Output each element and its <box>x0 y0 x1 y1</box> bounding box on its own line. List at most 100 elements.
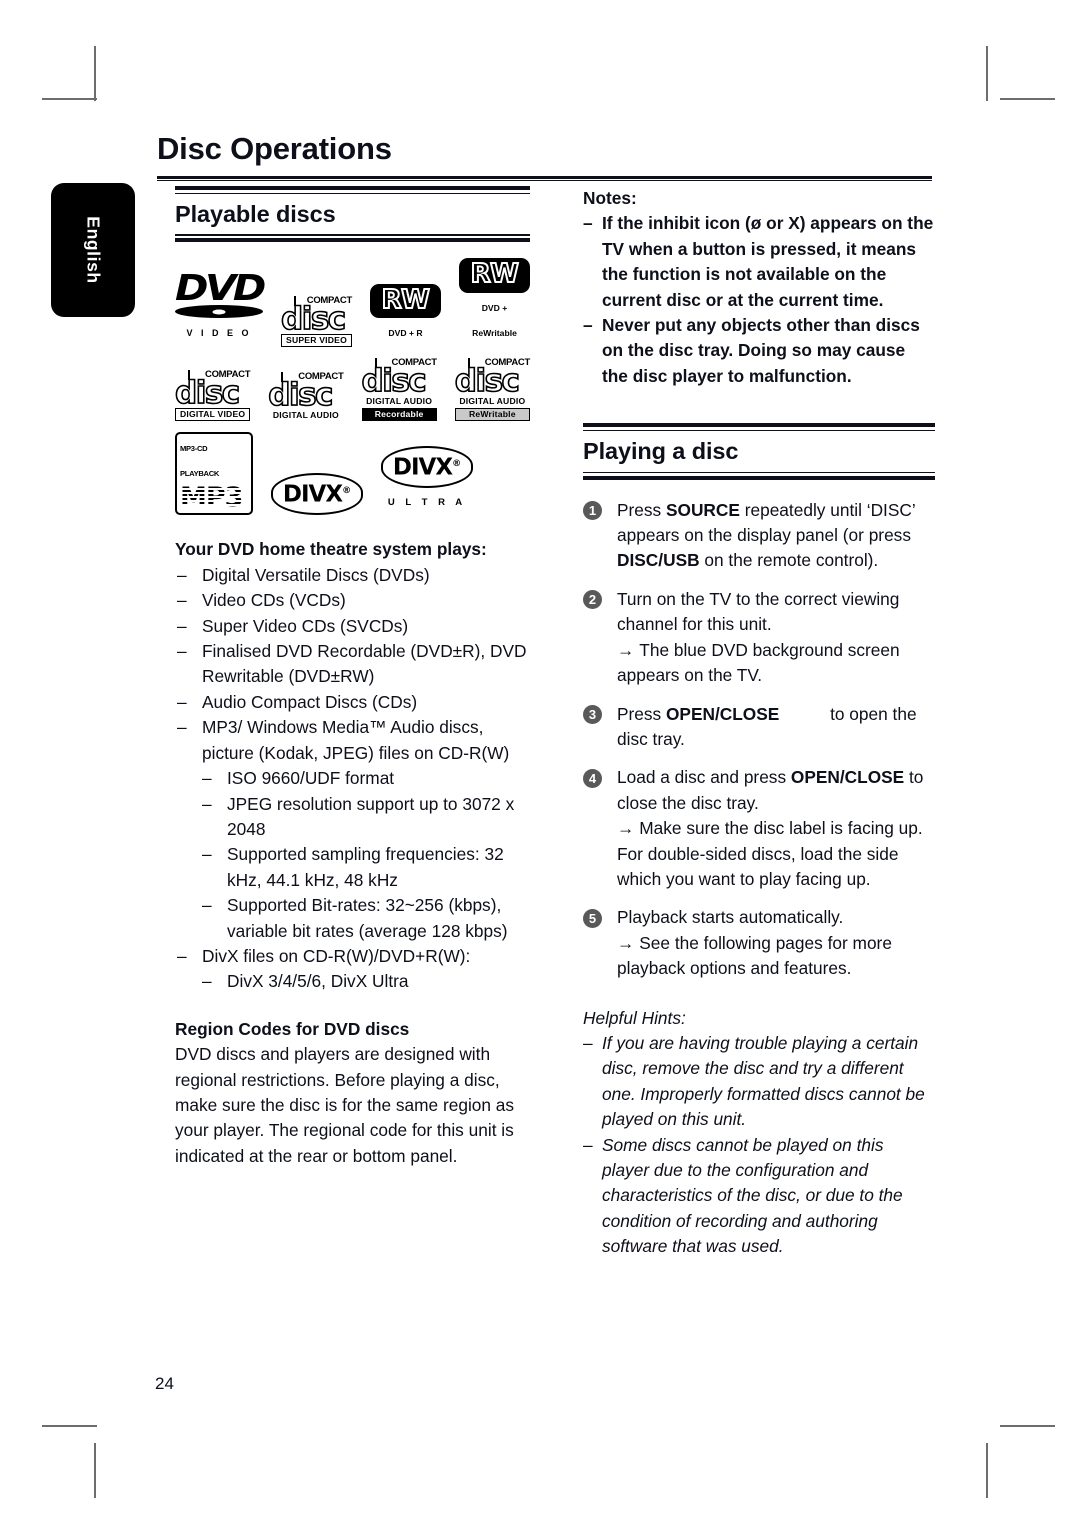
note-item: If the inhibit icon (ø or X) appears on … <box>583 211 935 313</box>
plays-heading: Your DVD home theatre system plays: <box>175 539 487 560</box>
step-result-line: → The blue DVD background screen appears … <box>617 638 935 689</box>
disc-tagline: DIGITAL AUDIO <box>459 395 526 406</box>
divx-ultra-label: U L T R A <box>387 497 467 509</box>
list-item: Supported Bit-rates: 32~256 (kbps), vari… <box>200 893 530 944</box>
notes-list: If the inhibit icon (ø or X) appears on … <box>583 211 935 389</box>
list-item-group: DivX 3/4/5/6, DivX Ultra <box>175 969 530 995</box>
note-item: Never put any objects other than discs o… <box>583 313 935 389</box>
crop-mark-bottom-right-horizontal <box>1000 1425 1055 1427</box>
crop-mark-bottom-left-vertical <box>94 1443 96 1498</box>
logo-row-2: COMPACT disc DIGITAL VIDEO COMPACT disc … <box>174 357 530 421</box>
rule-thick-top <box>583 423 935 428</box>
playing-steps-list: 1 Press SOURCE repeatedly until ‘DISC’ ap… <box>583 498 935 982</box>
disc-tagline-secondary: Recordable <box>361 407 437 421</box>
rw-caption: DVD + R <box>388 328 423 339</box>
arrow-icon: → <box>617 932 635 953</box>
step-number-badge: 2 <box>583 590 602 610</box>
nested-list: DivX 3/4/5/6, DivX Ultra <box>175 969 530 995</box>
step-result-text: The blue DVD background screen appears o… <box>617 639 900 686</box>
cd-recordable-logo: COMPACT disc DIGITAL AUDIO Recordable <box>361 357 437 421</box>
list-item: DivX files on CD-R(W)/DVD+R(W): <box>175 944 530 970</box>
page-number: 24 <box>155 1374 174 1393</box>
rule-thin-bottom <box>583 471 935 474</box>
crop-mark-top-left-horizontal <box>42 98 97 100</box>
step-keyword: OPEN/CLOSE <box>790 767 905 788</box>
step-result-line: → Make sure the disc label is facing up. … <box>617 816 935 892</box>
step-text: Turn on the TV to the correct viewing ch… <box>617 588 900 635</box>
step-keyword: DISC/USB <box>617 550 700 571</box>
disc-tagline: DIGITAL VIDEO <box>175 407 251 421</box>
playable-discs-section-header: Playable discs <box>175 186 530 243</box>
helpful-hints-list: If you are having trouble playing a cert… <box>583 1031 935 1260</box>
list-item: Super Video CDs (SVCDs) <box>175 614 530 640</box>
rw-box: RW <box>459 258 530 293</box>
step-number-badge: 5 <box>583 908 602 928</box>
region-codes-heading: Region Codes for DVD discs <box>175 1018 410 1039</box>
disc-tagline-secondary: ReWritable <box>454 407 530 421</box>
super-video-cd-logo: COMPACT disc SUPER VIDEO <box>280 295 352 347</box>
divx-oval: DIVX® <box>271 473 363 516</box>
language-tab: English <box>51 183 135 317</box>
title-rule-thick <box>157 176 932 179</box>
supported-formats-list: Digital Versatile Discs (DVDs)Video CDs … <box>175 563 530 995</box>
step-item: 5 Playback starts automatically. → See the … <box>583 905 935 981</box>
list-item: ISO 9660/UDF format <box>200 766 530 792</box>
list-item: DivX 3/4/5/6, DivX Ultra <box>200 969 530 995</box>
step-keyword: OPEN/CLOSE <box>665 703 780 724</box>
disc-word: disc <box>361 362 428 399</box>
mp3-cd-playback-logo: MP3-CD PLAYBACK MP3 <box>175 431 253 516</box>
disc-tagline: SUPER VIDEO <box>281 333 352 347</box>
list-item: Digital Versatile Discs (DVDs) <box>175 563 530 589</box>
disc-word: disc <box>280 300 347 337</box>
step-number-badge: 1 <box>583 501 602 521</box>
rw-box: RW <box>370 283 441 319</box>
disc-tagline: DIGITAL AUDIO <box>272 409 339 420</box>
cd-rewritable-logo: COMPACT disc DIGITAL AUDIO ReWritable <box>454 357 530 421</box>
rw-word: RW <box>381 284 431 315</box>
rule-thick-bottom <box>175 238 530 243</box>
list-item: JPEG resolution support up to 3072 x 204… <box>200 792 530 843</box>
crop-mark-bottom-left-horizontal <box>42 1425 97 1427</box>
dvd-video-logo: DVD V I D E O <box>175 271 266 346</box>
list-item: Finalised DVD Recordable (DVD±R), DVD Re… <box>175 639 530 690</box>
divx-ultra-logo: DIVX® U L T R A <box>381 445 473 515</box>
step-result-text: Make sure the disc label is facing up. F… <box>617 818 923 889</box>
arrow-icon: → <box>617 639 635 660</box>
disc-tagline: DIGITAL AUDIO <box>366 395 433 406</box>
step-number-badge: 3 <box>583 705 602 724</box>
step-item: 4 Load a disc and press OPEN/CLOSE to clo… <box>583 765 935 892</box>
rule-thin-bottom <box>175 234 530 236</box>
list-item: MP3/ Windows Media™ Audio discs, picture… <box>175 715 530 766</box>
step-text: on the remote control). <box>699 550 879 571</box>
logo-row-3: MP3-CD PLAYBACK MP3 DIVX® DIVX® U L T R … <box>175 431 530 516</box>
rw-word: RW <box>470 259 520 290</box>
arrow-icon: → <box>617 818 635 839</box>
divx-logo: DIVX® <box>271 473 363 516</box>
step-result-line: → See the following pages for more playba… <box>617 931 935 982</box>
dvd-plus-rewritable-logo: RW DVD + ReWritable <box>459 258 530 346</box>
dvd-video-word: DVD <box>174 268 266 310</box>
step-text: Playback starts automatically. <box>617 907 844 928</box>
dvd-plus-r-logo: RW DVD + R <box>370 283 441 347</box>
notes-block: Notes: If the inhibit icon (ø or X) appe… <box>583 186 935 389</box>
step-result-text: See the following pages for more playbac… <box>617 932 892 979</box>
divx-word: DIVX <box>282 482 343 509</box>
list-item: Supported sampling frequencies: 32 kHz, … <box>200 842 530 893</box>
dvd-video-sub: V I D E O <box>186 328 252 339</box>
language-tab-label: English <box>83 216 104 284</box>
step-text: Load a disc and press <box>617 767 791 788</box>
cd-digital-audio-logo: COMPACT disc DIGITAL AUDIO <box>267 371 343 421</box>
rule-thick-top <box>175 186 530 190</box>
rw-caption: DVD + ReWritable <box>472 302 517 339</box>
cd-digital-video-logo: COMPACT disc DIGITAL VIDEO <box>174 369 251 421</box>
disc-format-logos: DVD V I D E O COMPACT disc SUPER VIDEO R… <box>174 258 530 516</box>
notes-title: Notes: <box>583 188 637 208</box>
list-item-group: ISO 9660/UDF formatJPEG resolution suppo… <box>175 766 530 944</box>
list-item: Video CDs (VCDs) <box>175 588 530 614</box>
playing-a-disc-section-header: Playing a disc <box>583 423 935 480</box>
nested-list: ISO 9660/UDF formatJPEG resolution suppo… <box>175 766 530 944</box>
disc-word: disc <box>174 374 241 411</box>
mp3-top-label: MP3-CD PLAYBACK <box>180 443 220 479</box>
rule-thick-bottom <box>583 475 935 480</box>
left-column: Playable discs DVD V I D E O COMPACT dis… <box>174 186 530 1169</box>
